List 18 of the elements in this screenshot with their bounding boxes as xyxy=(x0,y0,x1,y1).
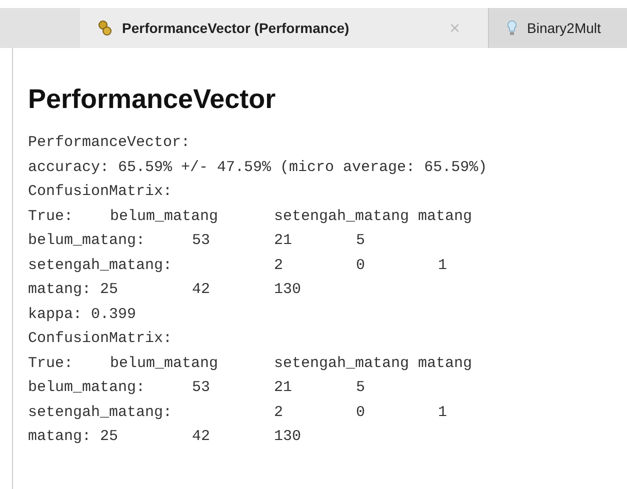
output-line: ConfusionMatrix: xyxy=(28,182,172,202)
output-line: ConfusionMatrix: xyxy=(28,329,172,349)
output-line: matang: 25 42 130 xyxy=(28,427,302,447)
coins-icon xyxy=(98,20,112,36)
output-line: belum_matang: 53 21 5 xyxy=(28,378,366,398)
page-heading: PerformanceVector xyxy=(28,83,277,116)
output-line: True: belum_matang setengah_matang matang xyxy=(28,354,472,374)
output-line: setengah_matang: 2 0 1 xyxy=(28,256,448,276)
light-bulb-icon xyxy=(507,20,517,36)
output-line: belum_matang: 53 21 5 xyxy=(28,231,366,251)
document-tab[interactable]: PerformanceVector (Performance) × xyxy=(80,8,488,48)
output-line: True: belum_matang setengah_matang matang xyxy=(28,206,472,226)
output-line: matang: 25 42 130 xyxy=(28,280,302,300)
output-line: setengah_matang: 2 0 1 xyxy=(28,402,448,422)
output-line: accuracy: 65.59% +/- 47.59% (micro average: 65.59%) xyxy=(28,158,488,178)
output-line: PerformanceVector: xyxy=(28,133,190,153)
output-line: kappa: 0.399 xyxy=(28,304,136,324)
document-tab[interactable]: Binary2Mult xyxy=(488,8,627,48)
